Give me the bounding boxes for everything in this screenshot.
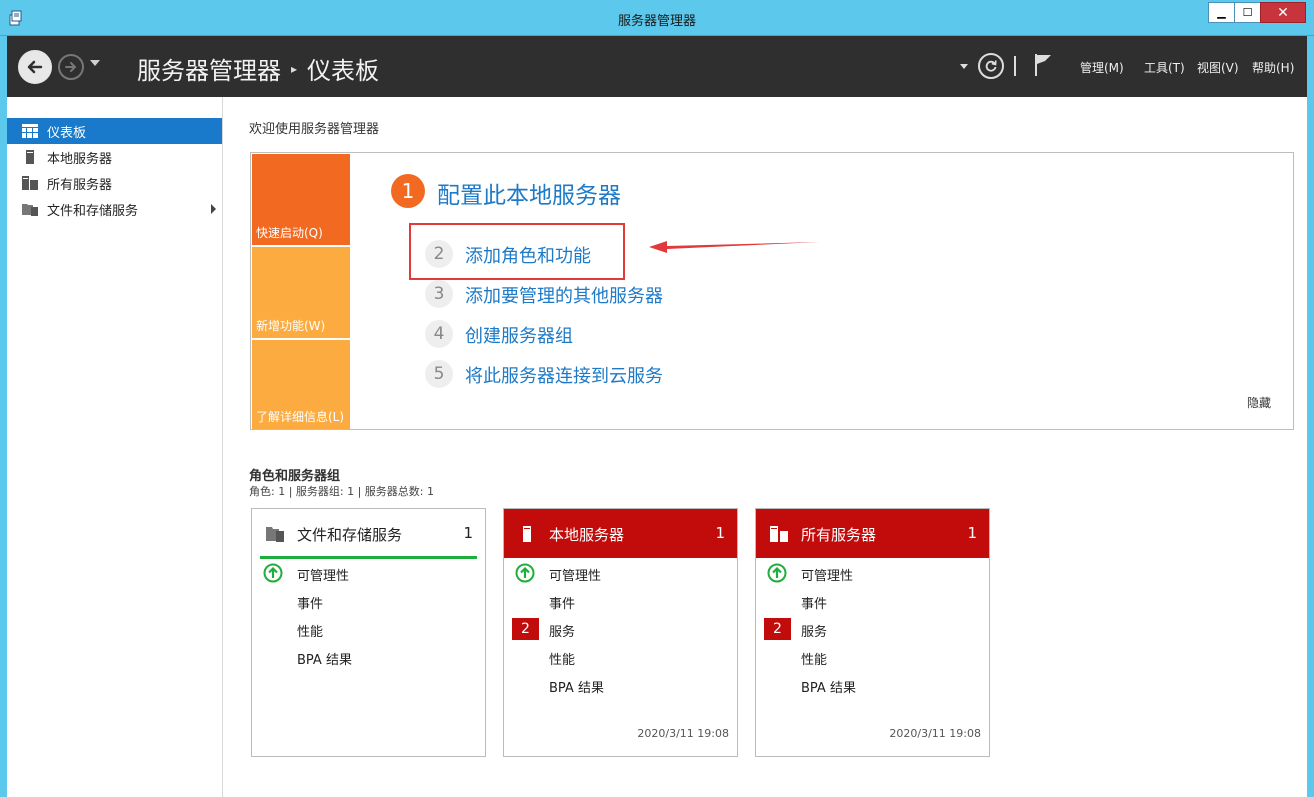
card-header: 文件和存储服务 1 <box>252 509 485 558</box>
role-card-all-servers[interactable]: 所有服务器 1 可管理性 事件 2 服务 性能 BPA 结果 2020/3/11… <box>755 508 990 757</box>
card-row-events[interactable]: 事件 <box>549 593 575 612</box>
add-other-servers-link[interactable]: 添加要管理的其他服务器 <box>465 282 663 308</box>
tile-quick-start[interactable]: 快速启动(Q) <box>252 154 350 245</box>
expand-arrow-icon[interactable] <box>211 204 216 214</box>
refresh-icon <box>985 60 997 72</box>
sidebar-item-label: 仪表板 <box>47 125 87 141</box>
server-icon <box>523 526 531 542</box>
card-row-manageability[interactable]: 可管理性 <box>801 565 853 584</box>
roles-section-title: 角色和服务器组 <box>249 469 341 484</box>
card-header: 本地服务器 1 <box>504 509 737 558</box>
card-row-services[interactable]: 服务 <box>549 621 575 640</box>
role-card-local-server[interactable]: 本地服务器 1 可管理性 事件 2 服务 性能 BPA 结果 2020/3/11… <box>503 508 738 757</box>
menu-manage[interactable]: 管理(M) <box>1080 59 1124 76</box>
window-border-left <box>0 36 7 797</box>
tile-label: 新增功能(W) <box>256 319 326 333</box>
card-row-events[interactable]: 事件 <box>801 593 827 612</box>
configure-local-server-link[interactable]: 配置此本地服务器 <box>437 176 621 210</box>
card-row-bpa[interactable]: BPA 结果 <box>297 649 352 668</box>
dashboard-icon <box>22 123 38 139</box>
roles-summary: 角色: 1 | 服务器组: 1 | 服务器总数: 1 <box>249 485 435 498</box>
card-title: 本地服务器 <box>549 526 625 544</box>
step-number-5: 5 <box>425 360 453 388</box>
sidebar-item-all-servers[interactable]: 所有服务器 <box>7 170 222 196</box>
minimize-button[interactable]: ▁ <box>1208 2 1235 23</box>
card-row-bpa[interactable]: BPA 结果 <box>801 677 856 696</box>
breadcrumb-separator-icon: ▸ <box>291 61 298 76</box>
status-up-icon <box>515 563 535 583</box>
card-row-events[interactable]: 事件 <box>297 593 323 612</box>
sidebar-item-dashboard[interactable]: 仪表板 <box>7 118 222 144</box>
storage-icon <box>22 201 38 217</box>
card-timestamp: 2020/3/11 19:08 <box>637 727 729 740</box>
breadcrumb-current: 仪表板 <box>307 57 380 85</box>
step-number-4: 4 <box>425 320 453 348</box>
tile-label: 了解详细信息(L) <box>256 410 345 424</box>
header-dropdown-icon[interactable] <box>960 64 968 69</box>
sidebar: 仪表板 本地服务器 所有服务器 文件和存储服务 <box>7 97 223 797</box>
card-count: 1 <box>967 524 977 542</box>
breadcrumb: 服务器管理器 ▸ 仪表板 <box>137 51 379 86</box>
close-button[interactable]: ✕ <box>1260 2 1306 23</box>
card-row-manageability[interactable]: 可管理性 <box>297 565 349 584</box>
create-server-group-link[interactable]: 创建服务器组 <box>465 322 573 348</box>
card-count: 1 <box>715 524 725 542</box>
header-divider <box>1014 56 1016 76</box>
forward-arrow-icon <box>65 62 76 72</box>
alert-count-badge: 2 <box>512 618 539 640</box>
connect-cloud-link[interactable]: 将此服务器连接到云服务 <box>465 362 663 388</box>
card-title: 文件和存储服务 <box>297 526 403 544</box>
sidebar-item-file-storage[interactable]: 文件和存储服务 <box>7 196 222 222</box>
refresh-button[interactable] <box>978 53 1004 79</box>
sidebar-item-label: 文件和存储服务 <box>47 203 139 219</box>
window-controls: ▁ ☐ ✕ <box>1208 2 1306 23</box>
role-card-file-storage[interactable]: 文件和存储服务 1 可管理性 事件 性能 BPA 结果 <box>251 508 486 757</box>
card-title: 所有服务器 <box>801 526 877 544</box>
card-row-performance[interactable]: 性能 <box>297 621 323 640</box>
sidebar-item-label: 所有服务器 <box>47 177 113 193</box>
notifications-flag-icon[interactable] <box>1033 52 1053 78</box>
card-row-services[interactable]: 服务 <box>801 621 827 640</box>
sidebar-item-label: 本地服务器 <box>47 151 113 167</box>
card-row-performance[interactable]: 性能 <box>549 649 575 668</box>
menu-view[interactable]: 视图(V) <box>1197 59 1239 76</box>
annotation-arrow-icon <box>649 241 820 253</box>
status-ok-bar <box>260 556 477 559</box>
step-number-3: 3 <box>425 280 453 308</box>
maximize-button[interactable]: ☐ <box>1234 2 1261 23</box>
alert-count-badge: 2 <box>764 618 791 640</box>
history-dropdown-icon[interactable] <box>90 60 100 66</box>
tile-label: 快速启动(Q) <box>256 226 323 240</box>
servers-icon <box>22 175 38 191</box>
welcome-title: 欢迎使用服务器管理器 <box>249 122 380 137</box>
menu-tools[interactable]: 工具(T) <box>1144 59 1185 76</box>
servers-icon <box>770 526 788 542</box>
card-count: 1 <box>463 524 473 542</box>
hide-link[interactable]: 隐藏 <box>1247 394 1271 411</box>
back-button[interactable] <box>18 50 52 84</box>
status-up-icon <box>767 563 787 583</box>
tile-whats-new[interactable]: 新增功能(W) <box>252 247 350 338</box>
window-title: 服务器管理器 <box>617 14 696 29</box>
server-icon <box>22 149 38 165</box>
card-row-manageability[interactable]: 可管理性 <box>549 565 601 584</box>
forward-button[interactable] <box>58 54 84 80</box>
breadcrumb-root[interactable]: 服务器管理器 <box>137 51 281 86</box>
card-header: 所有服务器 1 <box>756 509 989 558</box>
status-up-icon <box>263 563 283 583</box>
window-border-right <box>1307 36 1314 797</box>
back-arrow-icon <box>27 60 43 74</box>
menu-help[interactable]: 帮助(H) <box>1252 59 1294 76</box>
card-row-performance[interactable]: 性能 <box>801 649 827 668</box>
card-timestamp: 2020/3/11 19:08 <box>889 727 981 740</box>
tile-learn-more[interactable]: 了解详细信息(L) <box>252 340 350 429</box>
title-bar: 服务器管理器 ▁ ☐ ✕ <box>0 0 1314 36</box>
storage-icon <box>266 527 284 542</box>
app-header: 服务器管理器 ▸ 仪表板 管理(M) 工具(T) 视图(V) 帮助(H) <box>7 36 1307 97</box>
annotation-highlight-box <box>409 223 625 280</box>
card-row-bpa[interactable]: BPA 结果 <box>549 677 604 696</box>
sidebar-item-local-server[interactable]: 本地服务器 <box>7 144 222 170</box>
step-number-1: 1 <box>391 174 425 208</box>
